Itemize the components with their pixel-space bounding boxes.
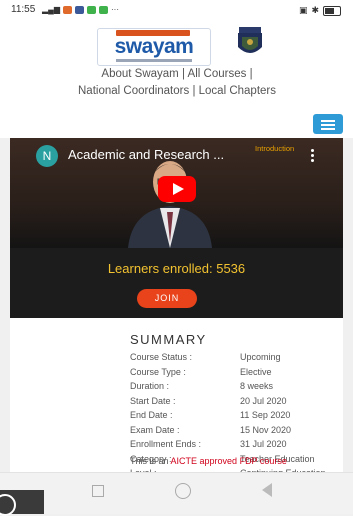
nfc-icon: ▣ — [298, 5, 308, 15]
recent-apps-button[interactable] — [92, 485, 104, 497]
summary-row: Duration : 8 weeks — [130, 381, 353, 396]
summary-value: Elective — [240, 366, 272, 377]
summary-label: Enrollment Ends : — [130, 439, 202, 449]
logo-tagline-icon — [116, 59, 192, 62]
site-header: swayam About Swayam | All Courses | Nati… — [0, 22, 353, 138]
summary-row: End Date : 11 Sep 2020 — [130, 410, 353, 425]
summary-label: Course Type : — [130, 366, 186, 377]
summary-title: SUMMARY — [130, 332, 207, 347]
aicte-note-highlight: AICTE approved FDP course — [170, 456, 287, 466]
signal-icon: ▂▄▆ — [42, 5, 60, 14]
summary-label: Duration : — [130, 381, 170, 391]
main-nav: About Swayam | All Courses | National Co… — [52, 66, 302, 100]
summary-row: Start Date : 20 Jul 2020 — [130, 396, 353, 411]
notification-chat-icon — [98, 5, 108, 14]
system-nav-bar — [0, 472, 353, 516]
summary-label: Start Date : — [130, 395, 176, 406]
institution-emblem-icon — [238, 27, 262, 53]
summary-row: Course Type : Elective — [130, 367, 353, 382]
summary-value: 8 weeks — [240, 381, 274, 391]
summary-value: 11 Sep 2020 — [240, 410, 291, 420]
menu-bar-icon — [321, 124, 335, 126]
join-button[interactable]: JOIN — [137, 289, 197, 308]
more-notifications-icon: ··· — [110, 5, 119, 14]
home-button[interactable] — [175, 483, 191, 499]
status-notification-icons: ▂▄▆ ··· — [42, 5, 119, 14]
nav-separator: | — [181, 68, 185, 80]
nav-national-coordinators-link[interactable]: National Coordinators — [78, 85, 189, 97]
notification-message-icon — [86, 5, 96, 14]
status-system-icons: ▣ ✱ — [299, 5, 341, 16]
video-player[interactable]: Introduction N Academic and Research ... — [10, 138, 343, 248]
notification-app-icon — [62, 5, 72, 14]
nav-local-chapters-link[interactable]: Local Chapters — [199, 85, 276, 97]
nav-separator: | — [192, 85, 196, 97]
summary-label: Course Status : — [130, 352, 193, 362]
course-summary: SUMMARY Course Status : Upcoming Course T… — [10, 318, 343, 478]
course-hero: Introduction N Academic and Research ...… — [10, 138, 343, 318]
logo-text: swayam — [114, 35, 194, 58]
notification-facebook-icon — [74, 5, 84, 14]
summary-row: Course Status : Upcoming — [130, 352, 353, 367]
status-bar: 11:55 ▂▄▆ ··· ▣ ✱ — [0, 0, 353, 22]
summary-label: Exam Date : — [130, 424, 180, 435]
video-title[interactable]: Academic and Research ... — [68, 147, 224, 162]
nav-about-link[interactable]: About Swayam — [101, 68, 178, 80]
menu-bar-icon — [321, 120, 335, 122]
nav-all-courses-link[interactable]: All Courses — [188, 68, 247, 80]
summary-value: 20 Jul 2020 — [240, 395, 287, 406]
battery-icon — [323, 5, 341, 16]
video-intro-tag: Introduction — [255, 144, 295, 153]
summary-label: End Date : — [130, 410, 173, 420]
floating-overlay[interactable] — [0, 490, 44, 516]
status-time: 11:55 — [11, 4, 36, 15]
aicte-note: This is an AICTE approved FDP course — [130, 456, 287, 466]
summary-row: Exam Date : 15 Nov 2020 — [130, 425, 353, 440]
back-button[interactable] — [262, 483, 272, 497]
aicte-note-prefix: This is an — [130, 456, 169, 466]
hamburger-menu-button[interactable] — [313, 114, 343, 134]
summary-value: Upcoming — [240, 352, 281, 362]
channel-avatar[interactable]: N — [36, 145, 58, 167]
bluetooth-icon: ✱ — [311, 5, 319, 15]
summary-value: 15 Nov 2020 — [240, 424, 292, 435]
video-more-options-icon[interactable] — [311, 149, 314, 164]
nav-separator: | — [249, 68, 253, 80]
play-button[interactable] — [158, 176, 196, 202]
summary-value: 31 Jul 2020 — [240, 439, 287, 449]
summary-row: Enrollment Ends : 31 Jul 2020 — [130, 439, 353, 454]
learners-enrolled: Learners enrolled: 5536 — [107, 261, 246, 276]
swayam-logo[interactable]: swayam — [97, 28, 211, 66]
menu-bar-icon — [321, 128, 335, 130]
